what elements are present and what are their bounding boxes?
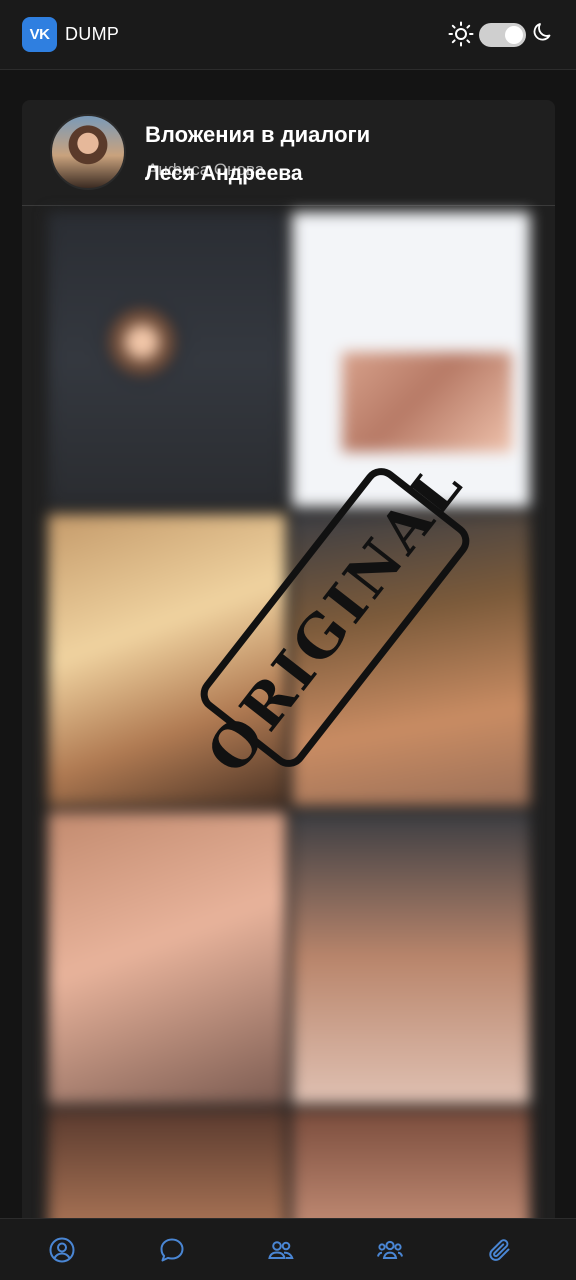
attachment-image[interactable] — [292, 212, 530, 507]
theme-toggle[interactable] — [479, 23, 526, 47]
attachments-gallery — [48, 212, 530, 1240]
card-header: Вложения в диалоги Анфиса Онова Леся Анд… — [22, 100, 555, 206]
groups-icon[interactable] — [377, 1237, 403, 1263]
attachment-image[interactable] — [48, 812, 286, 1104]
sun-icon[interactable] — [448, 21, 474, 47]
attachment-image[interactable] — [48, 514, 286, 806]
avatar[interactable] — [50, 114, 126, 190]
attachments-card: Вложения в диалоги Анфиса Онова Леся Анд… — [22, 100, 555, 1240]
vk-logo[interactable]: VK — [22, 17, 57, 52]
moon-icon[interactable] — [532, 21, 554, 43]
profile-icon[interactable] — [49, 1237, 75, 1263]
attachments-icon[interactable] — [487, 1237, 513, 1263]
chat-icon[interactable] — [159, 1237, 185, 1263]
card-title: Вложения в диалоги — [145, 122, 371, 147]
top-bar: VK DUMP — [0, 0, 576, 70]
bottom-nav — [0, 1218, 576, 1280]
toggle-knob — [505, 26, 523, 44]
friends-icon[interactable] — [268, 1237, 294, 1263]
attachment-image[interactable] — [48, 212, 286, 507]
attachment-image[interactable] — [292, 812, 530, 1104]
card-subtitle: Леся Андреева — [145, 162, 303, 185]
attachment-image[interactable] — [292, 514, 530, 806]
brand-title: DUMP — [65, 24, 120, 44]
